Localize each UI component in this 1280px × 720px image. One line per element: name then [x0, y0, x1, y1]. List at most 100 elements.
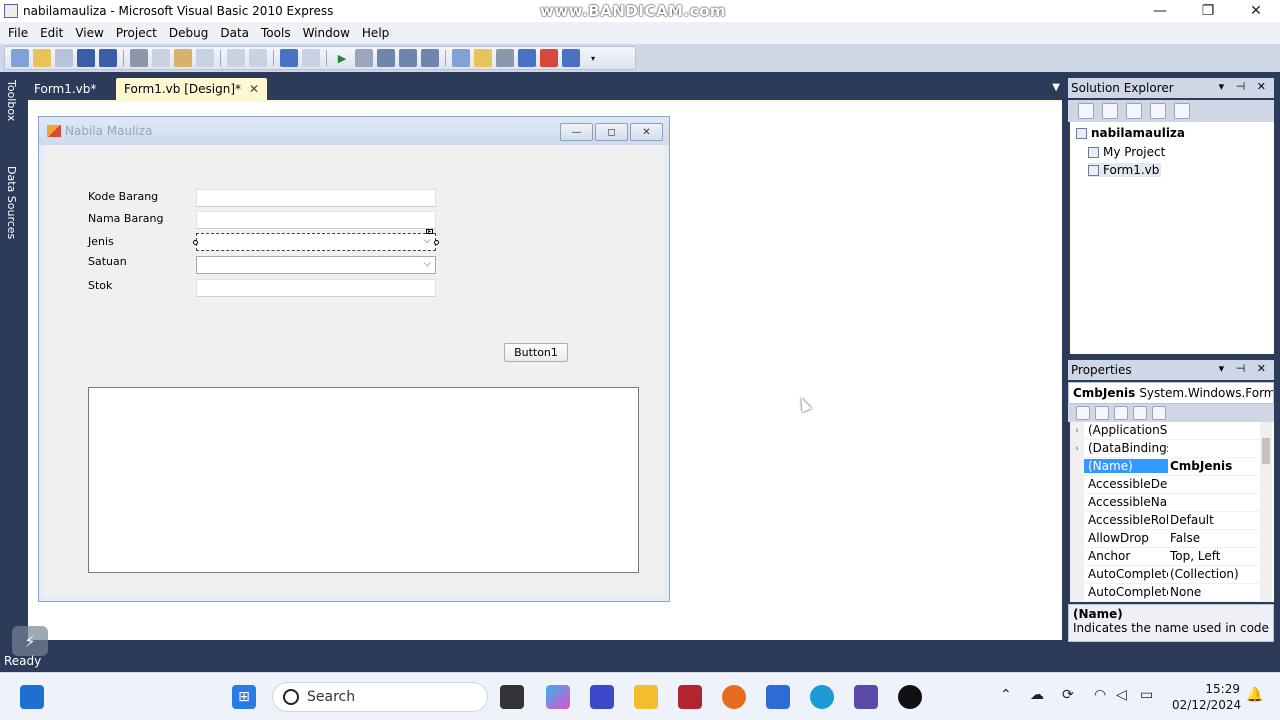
tree-item-form1[interactable]: Form1.vb	[1088, 163, 1162, 177]
bandicam-float-icon[interactable]: ⚡	[12, 626, 48, 656]
new-project-icon[interactable]	[11, 49, 29, 67]
alphabetical-icon[interactable]	[1095, 406, 1109, 420]
menu-help[interactable]: Help	[356, 26, 395, 40]
volume-icon[interactable]: ◁	[1116, 687, 1127, 703]
toolbox-tab[interactable]: Toolbox	[2, 80, 18, 121]
chevron-up-icon[interactable]: ⌃	[1000, 687, 1012, 703]
property-row[interactable]: Anchor Top, Left	[1070, 548, 1260, 566]
show-all-files-icon[interactable]	[1102, 103, 1118, 119]
textbox-nama-barang[interactable]	[196, 211, 436, 229]
solution-explorer-icon[interactable]	[452, 49, 470, 67]
menu-debug[interactable]: Debug	[163, 26, 214, 40]
start-page-icon[interactable]	[562, 49, 580, 67]
notification-bell-icon[interactable]: 🔔	[1246, 687, 1263, 703]
open-file-icon[interactable]	[33, 49, 51, 67]
property-row[interactable]: AutoCompleteCustomSource (Collection)	[1070, 566, 1260, 584]
properties-view-icon[interactable]	[1114, 406, 1128, 420]
widgets-icon[interactable]	[20, 685, 44, 709]
chevron-down-icon[interactable]: ⌵	[423, 235, 431, 246]
maximize-button[interactable]: ❐	[1184, 0, 1232, 22]
properties-icon[interactable]	[474, 49, 492, 67]
undo-icon[interactable]	[280, 49, 298, 67]
panel-buttons[interactable]: ▾ ⊣ ✕	[1219, 80, 1270, 93]
smart-tag-icon[interactable]: ▸	[426, 229, 433, 235]
start-debugging-icon[interactable]: ▶	[333, 49, 351, 67]
property-row[interactable]: AccessibleName	[1070, 494, 1260, 512]
property-value[interactable]: False	[1170, 531, 1260, 545]
property-value[interactable]: Top, Left	[1170, 549, 1260, 563]
error-list-icon[interactable]	[540, 49, 558, 67]
menu-edit[interactable]: Edit	[34, 26, 69, 40]
store-icon[interactable]	[766, 685, 790, 709]
form-minimize-button[interactable]: —	[560, 123, 593, 141]
tab-form1-design[interactable]: Form1.vb [Design]* ✕	[116, 78, 268, 100]
windows-start-icon[interactable]: ⊞	[232, 685, 256, 709]
object-browser-icon[interactable]	[518, 49, 536, 67]
bandicam-record-icon[interactable]	[898, 685, 922, 709]
events-icon[interactable]	[1133, 406, 1147, 420]
menu-view[interactable]: View	[69, 26, 109, 40]
view-designer-icon[interactable]	[1174, 103, 1190, 119]
file-explorer-icon[interactable]	[634, 685, 658, 709]
visual-basic-icon[interactable]	[854, 685, 878, 709]
resize-handle-left[interactable]	[193, 240, 198, 245]
add-item-icon[interactable]	[55, 49, 73, 67]
label-jenis[interactable]: Jenis	[88, 235, 114, 248]
button1[interactable]: Button1	[504, 343, 568, 362]
property-row[interactable]: AllowDrop False	[1070, 530, 1260, 548]
menu-data[interactable]: Data	[214, 26, 255, 40]
property-value[interactable]: (Collection)	[1170, 567, 1260, 581]
panel-buttons[interactable]: ▾ ⊣ ✕	[1219, 362, 1270, 375]
refresh-icon[interactable]	[1126, 103, 1142, 119]
expand-icon[interactable]: ›	[1070, 422, 1084, 440]
edge-icon[interactable]	[810, 685, 834, 709]
wifi-icon[interactable]: ◠	[1094, 687, 1106, 703]
stop-debugging-icon[interactable]	[355, 49, 373, 67]
tab-form1-code[interactable]: Form1.vb*	[26, 78, 104, 100]
close-tab-icon[interactable]: ✕	[249, 82, 259, 96]
property-row[interactable]: AutoCompleteMode None	[1070, 584, 1260, 602]
properties-object-selector[interactable]: CmbJenis System.Windows.Forms.ComboBox	[1068, 382, 1274, 404]
menu-window[interactable]: Window	[297, 26, 356, 40]
property-value[interactable]: None	[1170, 585, 1260, 599]
property-row[interactable]: AccessibleRole Default	[1070, 512, 1260, 530]
paste-icon[interactable]	[174, 49, 192, 67]
combobox-jenis[interactable]: ⌵	[196, 233, 436, 251]
textbox-stok[interactable]	[196, 279, 436, 297]
taskbar-clock[interactable]: 15:29 02/12/2024	[1172, 681, 1241, 713]
close-button[interactable]: ✕	[1232, 0, 1280, 22]
save-all-icon[interactable]	[99, 49, 117, 67]
step-over-icon[interactable]	[399, 49, 417, 67]
form1-window[interactable]: Nabila Mauliza — ◻ ✕ Kode Barang Nama Ba…	[38, 116, 670, 602]
tree-item-my-project[interactable]: My Project	[1088, 145, 1165, 159]
save-icon[interactable]	[77, 49, 95, 67]
copy-icon[interactable]	[152, 49, 170, 67]
step-out-icon[interactable]	[421, 49, 439, 67]
label-stok[interactable]: Stok	[88, 279, 112, 292]
property-value[interactable]: CmbJenis	[1170, 459, 1260, 473]
textbox-kode-barang[interactable]	[196, 189, 436, 207]
property-pages-icon[interactable]	[1152, 406, 1166, 420]
copilot-icon[interactable]	[546, 685, 570, 709]
toolbar-overflow-icon[interactable]: ▾	[584, 49, 602, 67]
property-row[interactable]: AccessibleDescription	[1070, 476, 1260, 494]
redo-icon[interactable]	[302, 49, 320, 67]
label-kode-barang[interactable]: Kode Barang	[88, 190, 158, 203]
listbox[interactable]	[88, 387, 639, 573]
property-value[interactable]: Default	[1170, 513, 1260, 527]
minimize-button[interactable]: —	[1136, 0, 1184, 22]
form-designer-surface[interactable]: Nabila Mauliza — ◻ ✕ Kode Barang Nama Ba…	[28, 100, 1062, 640]
task-view-icon[interactable]	[500, 685, 524, 709]
form-maximize-button[interactable]: ◻	[595, 123, 628, 141]
properties-scrollbar[interactable]	[1260, 422, 1272, 602]
tree-root-project[interactable]: nabilamauliza	[1076, 126, 1185, 140]
toolbox-icon[interactable]	[496, 49, 514, 67]
comment-icon[interactable]	[227, 49, 245, 67]
battery-icon[interactable]: ▭	[1140, 687, 1153, 703]
scrollbar-thumb[interactable]	[1262, 438, 1270, 464]
combobox-satuan[interactable]: ⌵	[196, 256, 436, 274]
cut-icon[interactable]	[130, 49, 148, 67]
taskbar-search[interactable]: Search	[272, 682, 488, 712]
property-row-selected[interactable]: (Name) CmbJenis	[1070, 458, 1260, 476]
resize-handle-right[interactable]	[434, 240, 439, 245]
